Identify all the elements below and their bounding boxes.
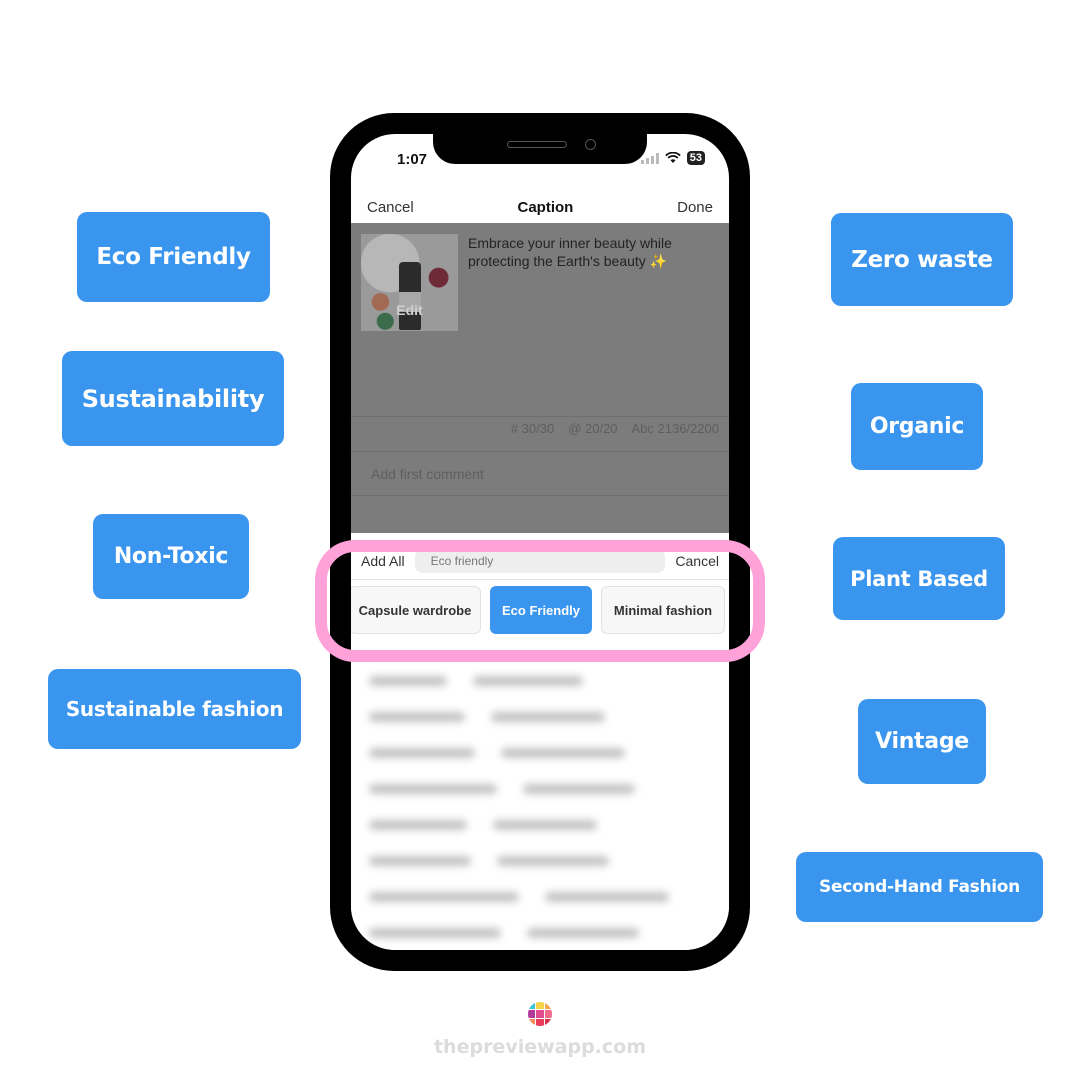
tag-vintage: Vintage <box>858 699 986 784</box>
divider <box>351 416 729 417</box>
list-item <box>369 771 711 807</box>
caption-counters: # 30/30 @ 20/20 Abc 2136/2200 <box>511 421 719 436</box>
chip-eco-friendly[interactable]: Eco Friendly <box>490 586 592 634</box>
battery-icon: 53 <box>686 151 705 165</box>
tag-eco-friendly: Eco Friendly <box>77 212 270 302</box>
preview-app-logo-icon <box>528 1002 552 1026</box>
signal-icon <box>640 152 659 164</box>
list-item <box>369 915 711 950</box>
list-item <box>369 843 711 879</box>
tag-sustainability: Sustainability <box>62 351 284 446</box>
cancel-button[interactable]: Cancel <box>367 199 414 216</box>
list-item <box>369 699 711 735</box>
caption-text[interactable]: Embrace your inner beauty while protecti… <box>468 234 709 270</box>
search-cancel-button[interactable]: Cancel <box>675 553 719 569</box>
edit-thumbnail-label[interactable]: Edit <box>361 302 458 318</box>
list-item <box>369 807 711 843</box>
tag-sustainable-fashion: Sustainable fashion <box>48 669 301 749</box>
speaker <box>507 141 567 148</box>
tag-organic: Organic <box>851 383 983 470</box>
tag-second-hand-fashion: Second-Hand Fashion <box>796 852 1043 922</box>
tag-non-toxic: Non-Toxic <box>93 514 249 599</box>
list-item <box>369 879 711 915</box>
mention-count: @ 20/20 <box>568 421 618 436</box>
caption-editor-dimmed: Edit Embrace your inner beauty while pro… <box>351 223 729 533</box>
divider <box>351 495 729 496</box>
tag-zero-waste: Zero waste <box>831 213 1013 306</box>
caption-navbar: Cancel Caption Done <box>351 192 729 222</box>
divider <box>351 451 729 452</box>
status-time: 1:07 <box>397 151 428 168</box>
phone-frame: 1:07 53 Cancel Caption Done Edit Embrace… <box>330 113 750 971</box>
chip-minimal-fashion[interactable]: Minimal fashion <box>601 586 725 634</box>
hashtag-group-chips: Capsule wardrobe Eco Friendly Minimal fa… <box>351 586 729 636</box>
hashtag-search-input[interactable]: Eco friendly <box>414 549 666 573</box>
hashtag-search-row: Add All Eco friendly Cancel <box>351 547 729 575</box>
hashtag-count: # 30/30 <box>510 421 555 436</box>
status-icons: 53 <box>640 151 705 165</box>
notch <box>433 134 647 164</box>
character-count: Abc 2136/2200 <box>631 421 719 436</box>
list-item <box>369 735 711 771</box>
tag-plant-based: Plant Based <box>833 537 1005 620</box>
post-thumbnail[interactable]: Edit <box>361 234 458 331</box>
wifi-icon <box>665 152 681 163</box>
brand-url: thepreviewapp.com <box>433 1036 647 1058</box>
done-button[interactable]: Done <box>677 199 713 216</box>
divider <box>351 579 729 580</box>
page-title: Caption <box>517 198 574 216</box>
first-comment-input[interactable]: Add first comment <box>371 466 484 482</box>
add-all-button[interactable]: Add All <box>361 553 405 569</box>
list-item <box>369 663 711 699</box>
phone-screen: 1:07 53 Cancel Caption Done Edit Embrace… <box>351 134 729 950</box>
hashtag-sheet: Add All Eco friendly Cancel Capsule ward… <box>351 533 729 950</box>
chip-capsule-wardrobe[interactable]: Capsule wardrobe <box>351 586 481 634</box>
blurred-hashtag-list <box>369 663 711 950</box>
front-camera <box>585 139 596 150</box>
